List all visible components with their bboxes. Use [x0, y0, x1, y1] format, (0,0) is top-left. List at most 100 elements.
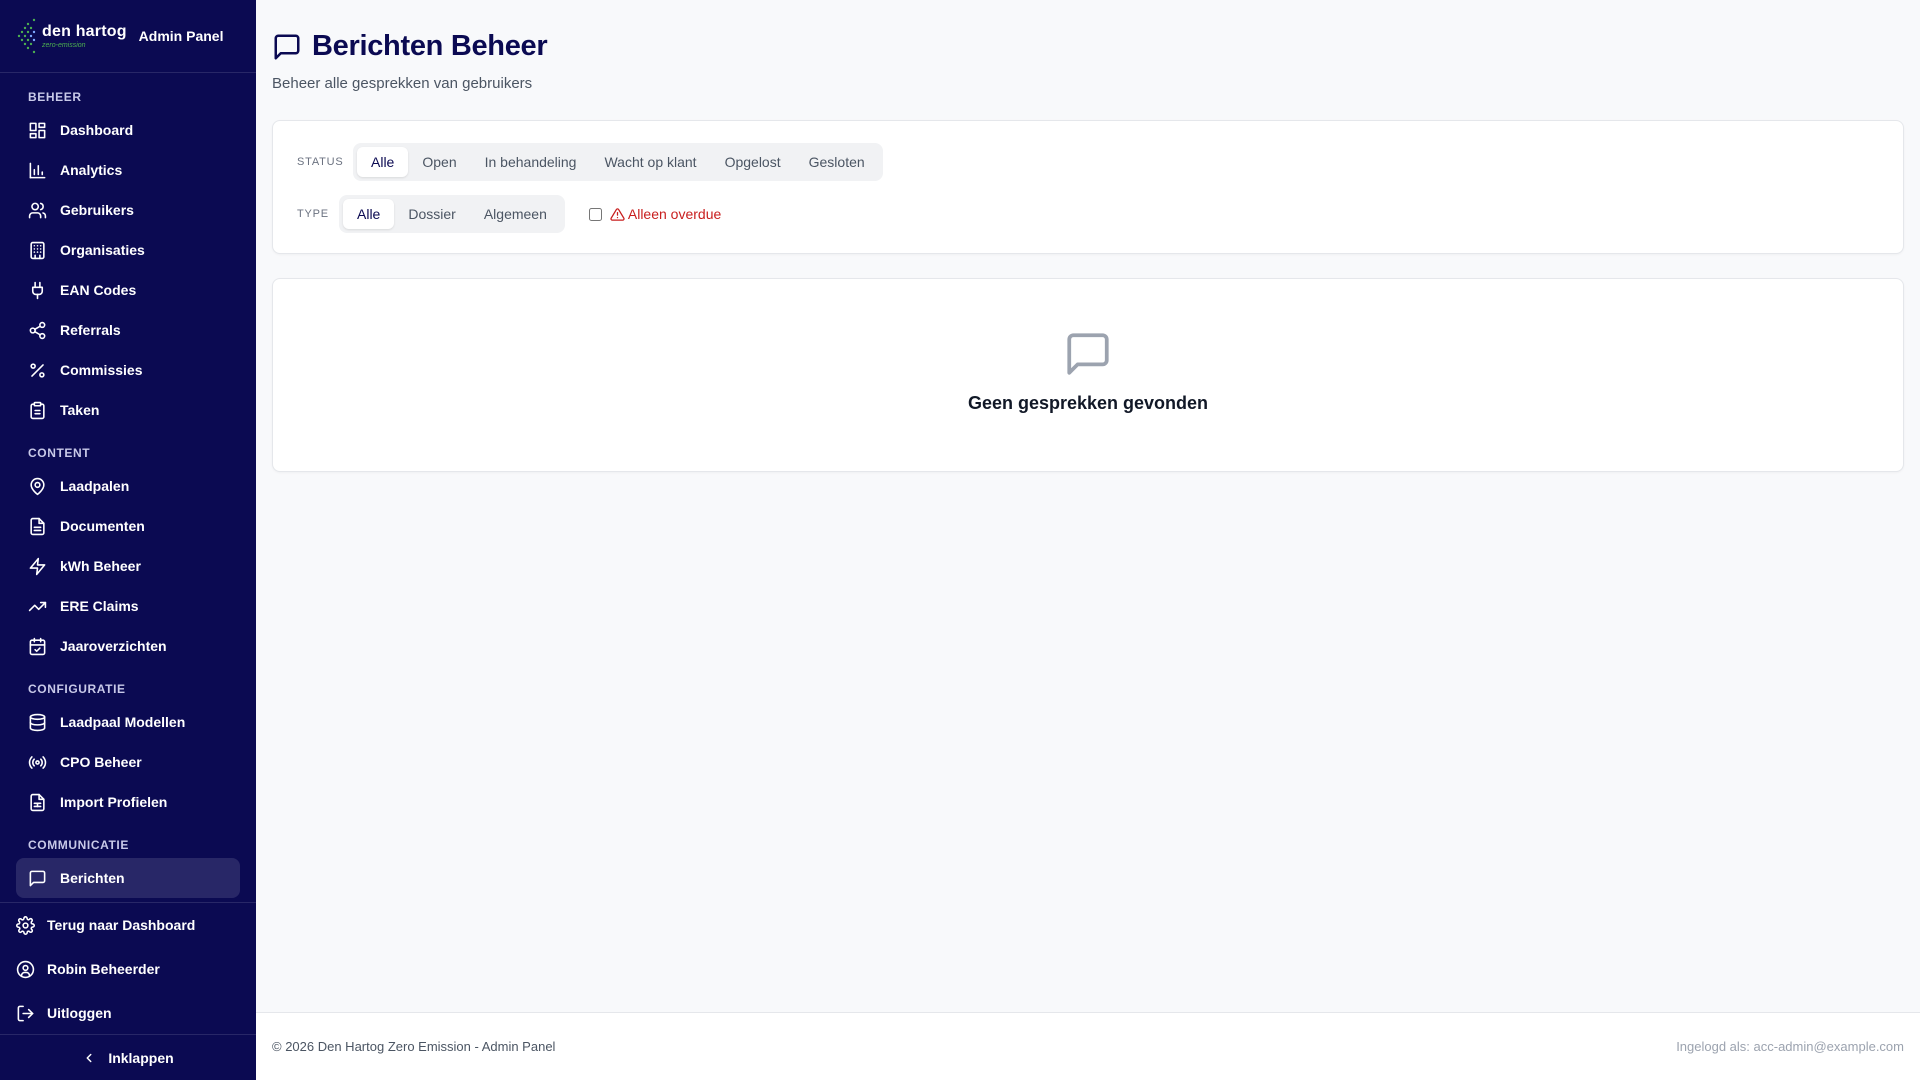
sidebar-item-ere-claims[interactable]: ERE Claims	[0, 586, 256, 626]
main-content: Berichten Beheer Beheer alle gesprekken …	[256, 0, 1920, 1012]
file-spreadsheet-icon	[30, 793, 45, 811]
sidebar-section-title: CONTENT	[28, 446, 91, 460]
sidebar-item-label: Gebruikers	[60, 202, 134, 218]
sidebar-item-documenten[interactable]: Documenten	[0, 506, 256, 546]
sidebar-item-berichten[interactable]: Berichten	[16, 858, 240, 898]
sidebar-item-label: Organisaties	[60, 242, 145, 258]
overdue-label: Alleen overdue	[627, 206, 722, 222]
users-icon	[28, 202, 47, 218]
page-header: Berichten Beheer Beheer alle gesprekken …	[272, 30, 548, 92]
status-filter-group: Alle Open In behandeling Wacht op klant Opge…	[353, 143, 883, 181]
footer-copyright: © 2026 Den Hartog Zero Emission - Admin …	[272, 1039, 556, 1054]
logout-label: Uitloggen	[47, 1005, 112, 1021]
sidebar-item-taken[interactable]: Taken	[0, 390, 256, 430]
back-to-dashboard-button[interactable]: Terug naar Dashboard	[0, 903, 256, 947]
sidebar-item-import-profielen[interactable]: Import Profielen	[0, 782, 256, 822]
plug-icon	[31, 281, 44, 299]
sidebar-item-label: Laadpaal Modellen	[60, 714, 186, 730]
empty-state-text: Geen gesprekken gevonden	[967, 393, 1209, 413]
user-profile-button[interactable]: Robin Beheerder	[0, 947, 256, 991]
sidebar-item-analytics[interactable]: Analytics	[0, 150, 256, 190]
message-icon	[274, 34, 300, 59]
sidebar-nav: BEHEER Dashboard Analytics Gebruikers Organi…	[0, 74, 256, 902]
status-filter-alle[interactable]: Alle	[357, 147, 409, 177]
warning-icon	[610, 207, 625, 221]
brand-panel-label: Admin Panel	[138, 28, 224, 44]
type-filter-dossier[interactable]: Dossier	[394, 199, 469, 229]
sidebar-bottom: Terug naar Dashboard Robin Beheerder Uit…	[0, 902, 256, 1080]
filters-card: STATUS Alle Open In behandeling Wacht op kl…	[272, 120, 1904, 254]
sidebar-item-commissies[interactable]: Commissies	[0, 350, 256, 390]
sidebar-item-ean-codes[interactable]: EAN Codes	[0, 270, 256, 310]
sidebar-item-label: EAN Codes	[60, 282, 137, 298]
sidebar: den hartog zero-emission Admin Panel BEH…	[0, 0, 256, 1080]
sidebar-item-label: Berichten	[60, 870, 125, 886]
type-filter-algemeen[interactable]: Algemeen	[470, 199, 561, 229]
sidebar-item-dashboard[interactable]: Dashboard	[0, 110, 256, 150]
building-icon	[30, 241, 45, 259]
sidebar-item-label: Taken	[60, 402, 100, 418]
sidebar-item-label: Laadpalen	[60, 478, 130, 494]
sidebar-item-kwh-beheer[interactable]: kWh Beheer	[0, 546, 256, 586]
collapse-label: Inklappen	[108, 1049, 174, 1066]
brand[interactable]: den hartog zero-emission Admin Panel	[0, 0, 256, 73]
document-icon	[30, 517, 45, 535]
footer-logged-in: Ingelogd als: acc-admin@example.com	[1676, 1039, 1904, 1054]
sidebar-item-label: CPO Beheer	[60, 754, 142, 770]
brand-tagline: zero-emission	[42, 41, 86, 49]
overdue-toggle[interactable]: Alleen overdue	[588, 206, 722, 222]
sidebar-item-label: Dashboard	[60, 122, 134, 138]
sidebar-item-gebruikers[interactable]: Gebruikers	[0, 190, 256, 230]
status-filter-opgelost[interactable]: Opgelost	[711, 147, 795, 177]
logout-icon	[17, 1005, 34, 1021]
sidebar-item-label: kWh Beheer	[60, 558, 141, 574]
status-filter-in-behandeling[interactable]: In behandeling	[471, 147, 591, 177]
share-icon	[29, 321, 46, 339]
sidebar-item-label: Documenten	[60, 518, 145, 534]
sidebar-item-referrals[interactable]: Referrals	[0, 310, 256, 350]
sidebar-item-label: Import Profielen	[60, 794, 168, 810]
logout-button[interactable]: Uitloggen	[0, 991, 256, 1035]
sidebar-item-organisaties[interactable]: Organisaties	[0, 230, 256, 270]
back-to-dashboard-label: Terug naar Dashboard	[47, 917, 196, 933]
status-filter-label: STATUS	[297, 156, 344, 168]
lightning-icon	[29, 557, 46, 575]
footer: © 2026 Den Hartog Zero Emission - Admin …	[256, 1012, 1920, 1080]
user-circle-icon	[16, 960, 35, 978]
dashboard-icon	[29, 122, 46, 138]
collapse-sidebar-button[interactable]: Inklappen	[0, 1034, 256, 1080]
type-filter-alle[interactable]: Alle	[343, 199, 395, 229]
sidebar-item-laadpalen[interactable]: Laadpalen	[0, 466, 256, 506]
brand-name: den hartog	[42, 22, 127, 40]
sidebar-section-title: BEHEER	[28, 90, 82, 104]
conversations-empty-state: Geen gesprekken gevonden	[272, 278, 1904, 472]
brand-logo-icon	[17, 18, 36, 54]
type-filter-label: TYPE	[297, 208, 329, 220]
sidebar-item-label: ERE Claims	[60, 598, 139, 614]
sidebar-section-title: CONFIGURATIE	[28, 682, 126, 696]
status-filter-open[interactable]: Open	[408, 147, 470, 177]
percent-icon	[30, 362, 45, 378]
status-filter-row: STATUS Alle Open In behandeling Wacht op kl…	[297, 143, 883, 181]
sidebar-section-title: COMMUNICATIE	[28, 838, 129, 852]
sidebar-item-label: Referrals	[60, 322, 121, 338]
clipboard-icon	[30, 401, 45, 419]
map-pin-icon	[30, 477, 45, 495]
trending-up-icon	[28, 601, 47, 611]
type-filter-group: Alle Dossier Algemeen	[339, 195, 565, 233]
user-name: Robin Beheerder	[47, 961, 160, 977]
status-filter-gesloten[interactable]: Gesloten	[795, 147, 879, 177]
sidebar-item-label: Jaaroverzichten	[60, 638, 167, 654]
status-filter-wacht-op-klant[interactable]: Wacht op klant	[590, 147, 710, 177]
message-icon	[29, 870, 46, 886]
sidebar-item-laadpaal-modellen[interactable]: Laadpaal Modellen	[0, 702, 256, 742]
sidebar-item-label: Analytics	[60, 162, 123, 178]
chevron-left-icon	[86, 1053, 92, 1062]
database-icon	[29, 713, 46, 731]
calendar-check-icon	[29, 637, 46, 655]
overdue-checkbox[interactable]	[588, 207, 602, 221]
gear-icon	[16, 915, 35, 935]
type-filter-row: TYPE Alle Dossier Algemeen Alleen overdue	[297, 195, 721, 233]
sidebar-item-jaaroverzichten[interactable]: Jaaroverzichten	[0, 626, 256, 666]
sidebar-item-cpo-beheer[interactable]: CPO Beheer	[0, 742, 256, 782]
